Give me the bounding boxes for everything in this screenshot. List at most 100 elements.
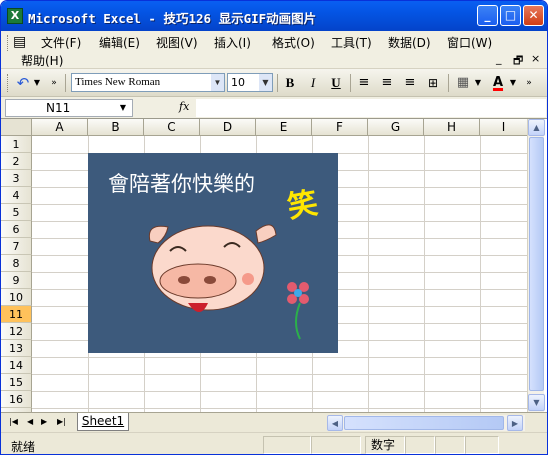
- row-header-16[interactable]: 16: [1, 391, 32, 408]
- row-header-12[interactable]: 12: [1, 323, 32, 340]
- italic-button[interactable]: I: [303, 73, 323, 93]
- column-header-c[interactable]: C: [144, 119, 200, 136]
- status-pane: [263, 436, 311, 454]
- font-color-dropdown-icon[interactable]: ▼: [508, 73, 518, 93]
- formatting-toolbar: ↶ ▼ » Times New Roman ▼ 10 ▼ B I U ≡ ≡ ≡…: [1, 69, 547, 97]
- row-header-5[interactable]: 5: [1, 204, 32, 221]
- menu-file[interactable]: 文件(F): [41, 34, 81, 51]
- insert-function-icon[interactable]: fx: [179, 100, 189, 113]
- menu-view[interactable]: 视图(V): [156, 34, 198, 51]
- borders-icon[interactable]: ▦: [453, 73, 473, 93]
- excel-app-icon[interactable]: X: [7, 8, 23, 24]
- menu-data[interactable]: 数据(D): [388, 34, 431, 51]
- menu-insert[interactable]: 插入(I): [214, 34, 251, 51]
- sheet-tab-sheet1[interactable]: Sheet1: [77, 413, 129, 431]
- row-header-15[interactable]: 15: [1, 374, 32, 391]
- scroll-down-icon[interactable]: ▼: [528, 394, 545, 411]
- maximize-button[interactable]: □: [500, 5, 521, 26]
- undo-dropdown-icon[interactable]: ▼: [32, 73, 42, 93]
- menu-window[interactable]: 窗口(W): [447, 34, 492, 51]
- status-pane: [311, 436, 361, 454]
- column-header-h[interactable]: H: [424, 119, 480, 136]
- font-name-dropdown-icon[interactable]: ▼: [211, 74, 224, 91]
- gif-picture[interactable]: 會陪著你快樂的 笑: [88, 153, 338, 353]
- pig-nostril-left: [178, 276, 190, 284]
- toolbar-options-icon[interactable]: »: [48, 73, 60, 93]
- menu-format[interactable]: 格式(O): [272, 34, 315, 51]
- row-header-11[interactable]: 11: [1, 306, 32, 323]
- row-header-13[interactable]: 13: [1, 340, 32, 357]
- underline-button[interactable]: U: [326, 73, 346, 93]
- column-header-a[interactable]: A: [32, 119, 88, 136]
- font-size-value: 10: [231, 76, 245, 89]
- row-header-6[interactable]: 6: [1, 221, 32, 238]
- next-sheet-icon[interactable]: ▶: [41, 417, 47, 426]
- bold-button[interactable]: B: [280, 73, 300, 93]
- column-header-e[interactable]: E: [256, 119, 312, 136]
- name-box-value: N11: [46, 101, 71, 115]
- font-color-button[interactable]: A: [488, 73, 508, 93]
- align-left-icon[interactable]: ≡: [354, 73, 374, 93]
- column-header-g[interactable]: G: [368, 119, 424, 136]
- font-name-value: Times New Roman: [75, 76, 161, 88]
- prev-sheet-icon[interactable]: ◀: [27, 417, 33, 426]
- first-sheet-icon[interactable]: |◀: [9, 417, 18, 426]
- toolbar-options-icon[interactable]: »: [523, 73, 535, 93]
- row-header-10[interactable]: 10: [1, 289, 32, 306]
- picture-caption: 會陪著你快樂的: [108, 172, 255, 196]
- merge-center-icon[interactable]: ⊞: [423, 73, 443, 93]
- horizontal-scrollbar[interactable]: ◀ ▶: [327, 415, 525, 431]
- row-header-1[interactable]: 1: [1, 136, 32, 153]
- font-size-select[interactable]: 10 ▼: [227, 73, 273, 92]
- excel-window: X Microsoft Excel - 技巧126 显示GIF动画图片 _ □ …: [0, 0, 548, 455]
- select-all-corner[interactable]: [1, 119, 32, 136]
- align-right-icon[interactable]: ≡: [400, 73, 420, 93]
- gridline: [480, 136, 481, 412]
- scroll-up-icon[interactable]: ▲: [528, 119, 545, 136]
- menu-tools[interactable]: 工具(T): [331, 34, 372, 51]
- last-sheet-icon[interactable]: ▶|: [57, 417, 66, 426]
- row-header-2[interactable]: 2: [1, 153, 32, 170]
- name-box[interactable]: N11 ▼: [5, 99, 133, 117]
- document-icon[interactable]: ▤: [13, 34, 26, 51]
- column-header-b[interactable]: B: [88, 119, 144, 136]
- align-center-icon[interactable]: ≡: [377, 73, 397, 93]
- row-header-9[interactable]: 9: [1, 272, 32, 289]
- gridline: [32, 408, 527, 409]
- menu-help[interactable]: 帮助(H): [21, 52, 63, 69]
- font-size-dropdown-icon[interactable]: ▼: [259, 74, 272, 91]
- vertical-scrollbar[interactable]: ▲ ▼: [527, 119, 545, 412]
- workbook-close-button[interactable]: ×: [531, 52, 540, 65]
- scroll-left-icon[interactable]: ◀: [327, 415, 343, 431]
- menu-grip[interactable]: [7, 35, 10, 51]
- row-header-7[interactable]: 7: [1, 238, 32, 255]
- title-bar[interactable]: X Microsoft Excel - 技巧126 显示GIF动画图片 _ □ …: [1, 1, 547, 31]
- toolbar-grip[interactable]: [7, 74, 10, 92]
- column-header-d[interactable]: D: [200, 119, 256, 136]
- formula-bar: N11 ▼ fx: [1, 97, 547, 119]
- vertical-scroll-thumb[interactable]: [529, 137, 544, 391]
- gridline: [32, 391, 527, 392]
- flower-center: [294, 289, 302, 297]
- borders-dropdown-icon[interactable]: ▼: [473, 73, 483, 93]
- horizontal-scroll-thumb[interactable]: [344, 416, 504, 430]
- close-button[interactable]: ✕: [523, 5, 544, 26]
- formula-input[interactable]: [196, 99, 546, 117]
- row-header-3[interactable]: 3: [1, 170, 32, 187]
- row-header-4[interactable]: 4: [1, 187, 32, 204]
- undo-icon[interactable]: ↶: [13, 73, 33, 93]
- row-header-8[interactable]: 8: [1, 255, 32, 272]
- name-box-dropdown-icon[interactable]: ▼: [120, 100, 126, 116]
- scroll-right-icon[interactable]: ▶: [507, 415, 523, 431]
- toolbar-separator: [448, 74, 449, 92]
- column-header-f[interactable]: F: [312, 119, 368, 136]
- workbook-minimize-button[interactable]: _: [496, 52, 502, 65]
- menu-edit[interactable]: 编辑(E): [99, 34, 140, 51]
- font-name-select[interactable]: Times New Roman ▼: [71, 73, 225, 92]
- toolbar-separator: [65, 74, 66, 92]
- row-header-14[interactable]: 14: [1, 357, 32, 374]
- pig-snout: [159, 263, 237, 299]
- column-header-i[interactable]: I: [480, 119, 528, 136]
- menu-bar: ▤ 文件(F) 编辑(E) 视图(V) 插入(I) 格式(O) 工具(T) 数据…: [1, 31, 547, 69]
- minimize-button[interactable]: _: [477, 5, 498, 26]
